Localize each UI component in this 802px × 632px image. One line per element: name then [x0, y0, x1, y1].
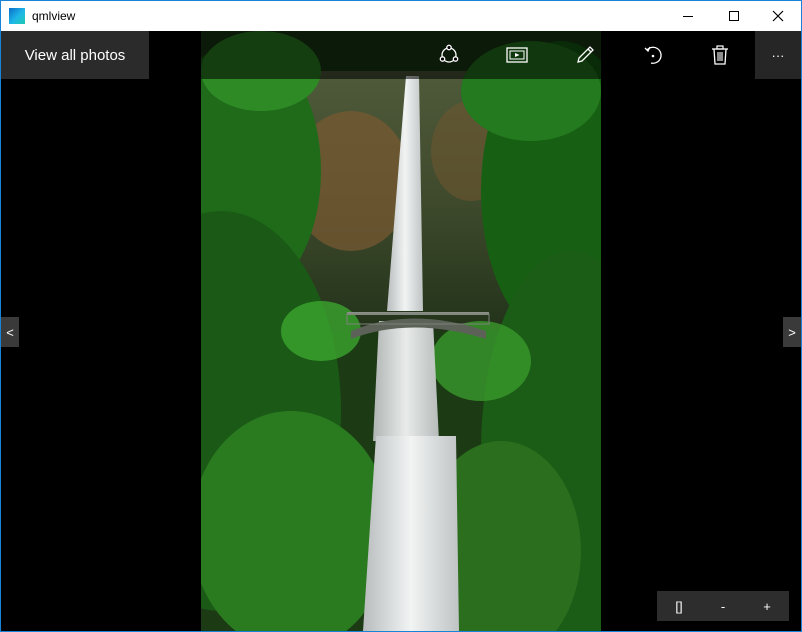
minimize-icon [683, 16, 693, 17]
maximize-icon [729, 11, 739, 21]
delete-button[interactable] [698, 31, 742, 79]
displayed-photo[interactable] [201, 31, 601, 631]
zoom-controls: [] - + [657, 591, 789, 621]
view-all-photos-button[interactable]: View all photos [1, 31, 149, 79]
share-icon [439, 44, 459, 63]
fit-to-window-button[interactable]: [] [657, 591, 701, 621]
waterfall-photo [201, 31, 601, 631]
slideshow-button[interactable] [495, 31, 539, 79]
previous-photo-button[interactable]: < [1, 317, 19, 347]
zoom-out-button[interactable]: - [701, 591, 745, 621]
edit-icon [577, 46, 594, 63]
minimize-button[interactable] [665, 1, 711, 31]
app-icon [9, 8, 25, 24]
slideshow-icon [506, 47, 528, 63]
trash-icon [712, 45, 728, 65]
app-window: qmlview View all photos ··· < > [] - + [0, 0, 802, 632]
zoom-in-button[interactable]: + [745, 591, 789, 621]
top-toolbar: View all photos ··· [1, 31, 801, 79]
rotate-button[interactable] [631, 31, 675, 79]
share-button[interactable] [427, 31, 471, 79]
more-options-button[interactable]: ··· [755, 31, 801, 79]
close-button[interactable] [755, 1, 801, 31]
window-title: qmlview [32, 9, 76, 23]
maximize-button[interactable] [711, 1, 757, 31]
rotate-icon [644, 46, 662, 64]
title-bar[interactable]: qmlview [1, 1, 801, 31]
photo-viewer: View all photos ··· < > [] - + [1, 31, 801, 631]
edit-button[interactable] [563, 31, 607, 79]
close-icon [772, 10, 784, 22]
next-photo-button[interactable]: > [783, 317, 801, 347]
